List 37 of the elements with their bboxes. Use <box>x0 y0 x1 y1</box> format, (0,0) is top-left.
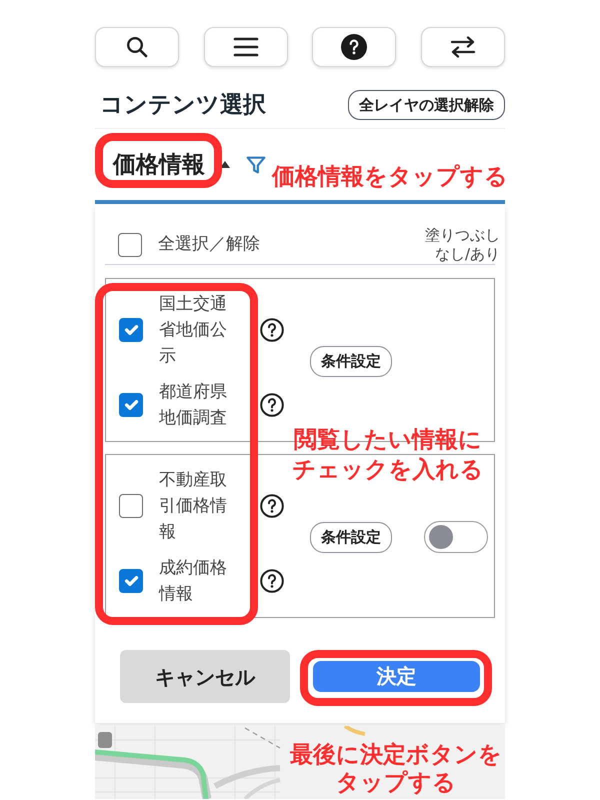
select-all-label: 全選択／解除 <box>158 232 260 256</box>
swap-arrows-icon <box>450 36 476 58</box>
filter-icon[interactable] <box>245 154 267 176</box>
layer-label: 成約価格情報 <box>159 557 228 606</box>
toggle-switch[interactable] <box>424 521 488 553</box>
help-icon[interactable] <box>260 318 284 342</box>
help-button[interactable] <box>312 27 396 67</box>
help-icon <box>341 34 368 60</box>
confirm-button[interactable]: 決定 <box>313 661 480 692</box>
menu-icon <box>232 37 259 57</box>
clear-selection-button[interactable]: 全レイヤの選択解除 <box>348 90 505 120</box>
checkbox[interactable] <box>119 494 143 518</box>
cancel-button[interactable]: キャンセル <box>120 650 290 703</box>
annotation-text: 価格情報をタップする <box>272 163 508 191</box>
page-title: コンテンツ選択 <box>100 91 266 120</box>
search-icon <box>125 35 149 59</box>
help-icon[interactable] <box>260 393 284 417</box>
checkbox[interactable] <box>119 393 143 417</box>
annotation-text: 最後に決定ボタンをタップする <box>289 741 503 797</box>
checkbox[interactable] <box>119 318 143 342</box>
layer-label: 国土交通省地価公示 <box>159 293 228 368</box>
checkbox[interactable] <box>118 232 142 256</box>
help-icon[interactable] <box>260 494 284 518</box>
annotation-text: 閲覧したい情報にチェックを入れる <box>292 426 484 485</box>
help-icon[interactable] <box>260 569 284 593</box>
search-button[interactable] <box>95 27 179 67</box>
map-drawing[interactable] <box>95 726 505 799</box>
condition-settings-button[interactable]: 条件設定 <box>310 522 392 552</box>
category-tab[interactable]: 価格情報 <box>113 150 205 180</box>
menu-button[interactable] <box>204 27 288 67</box>
swap-button[interactable] <box>420 27 505 67</box>
layer-label: 都道府県地価調査 <box>159 381 228 430</box>
fill-column-header: 塗りつぶしなし/あり <box>424 226 500 264</box>
condition-settings-button[interactable]: 条件設定 <box>310 346 392 376</box>
caret-icon[interactable] <box>220 161 230 168</box>
checkbox[interactable] <box>119 569 143 593</box>
layer-label: 不動産取引価格情報 <box>159 469 228 544</box>
